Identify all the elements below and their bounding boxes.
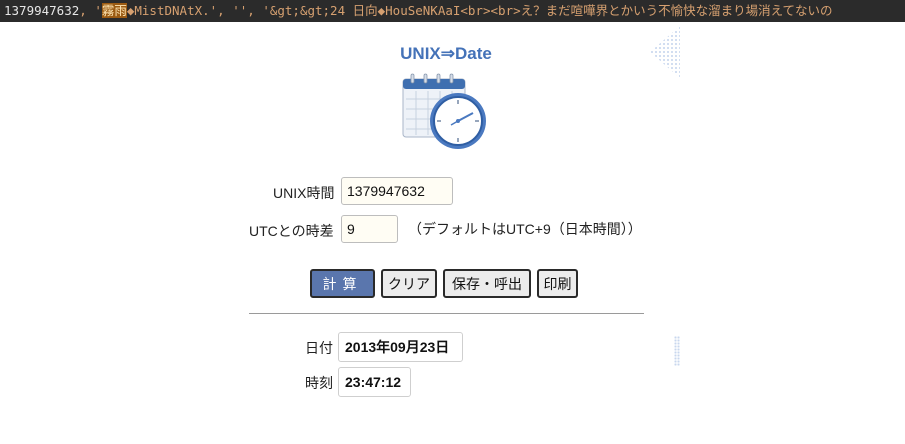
time-label: 時刻 bbox=[305, 375, 333, 391]
app-title: UNIX⇒Date bbox=[400, 44, 492, 63]
utc-offset-input[interactable] bbox=[341, 215, 398, 243]
utc-offset-label: UTCとの時差 bbox=[249, 223, 334, 239]
utc-offset-note: （デフォルトはUTC+9（日本時間）） bbox=[408, 221, 642, 237]
top-code-strip: 1379947632, '霧雨◆MistDNAtX.', '', '&gt;&g… bbox=[0, 0, 905, 22]
strip-text: ◆MistDNAtX.', '', '&gt;&gt;24 日向◆HouSeNK… bbox=[126, 3, 833, 18]
unix-time-label: UNIX時間 bbox=[273, 185, 335, 201]
clear-button[interactable]: クリア bbox=[381, 269, 437, 298]
decorative-dotted-triangle bbox=[650, 26, 680, 78]
time-output: 23:47:12 bbox=[338, 367, 411, 397]
strip-number: 1379947632 bbox=[4, 3, 80, 18]
strip-prefix: , ' bbox=[79, 3, 102, 18]
date-label: 日付 bbox=[305, 340, 333, 356]
strip-highlight: 霧雨 bbox=[101, 3, 127, 18]
unix-time-input[interactable] bbox=[341, 177, 453, 205]
decorative-dots bbox=[674, 336, 680, 366]
divider bbox=[249, 313, 644, 314]
print-button[interactable]: 印刷 bbox=[537, 269, 578, 298]
calendar-clock-icon bbox=[402, 73, 486, 149]
save-load-button[interactable]: 保存・呼出 bbox=[443, 269, 531, 298]
calculate-button[interactable]: 計算 bbox=[310, 269, 375, 298]
date-output: 2013年09月23日 bbox=[338, 332, 463, 362]
